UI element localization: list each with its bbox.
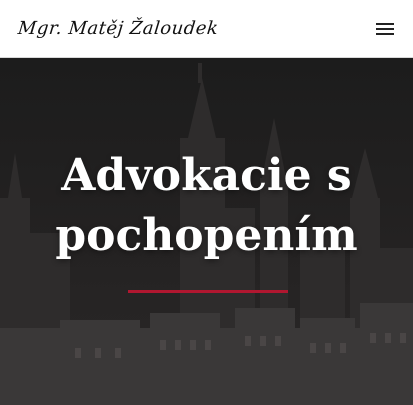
site-header: Mgr. Matěj Žaloudek bbox=[0, 0, 413, 58]
site-logo[interactable]: Mgr. Matěj Žaloudek bbox=[17, 18, 220, 39]
hero-accent-divider bbox=[128, 290, 288, 293]
hero-title-line-2: pochopením bbox=[55, 210, 358, 261]
hero-title: Advokacie s pochopením bbox=[0, 146, 413, 266]
menu-bar bbox=[376, 32, 394, 35]
hamburger-menu-icon[interactable] bbox=[374, 21, 396, 37]
menu-bar bbox=[376, 22, 394, 25]
hero-section: Advokacie s pochopením bbox=[0, 58, 413, 405]
hero-title-line-1: Advokacie s bbox=[61, 150, 352, 201]
menu-bar bbox=[376, 27, 394, 30]
